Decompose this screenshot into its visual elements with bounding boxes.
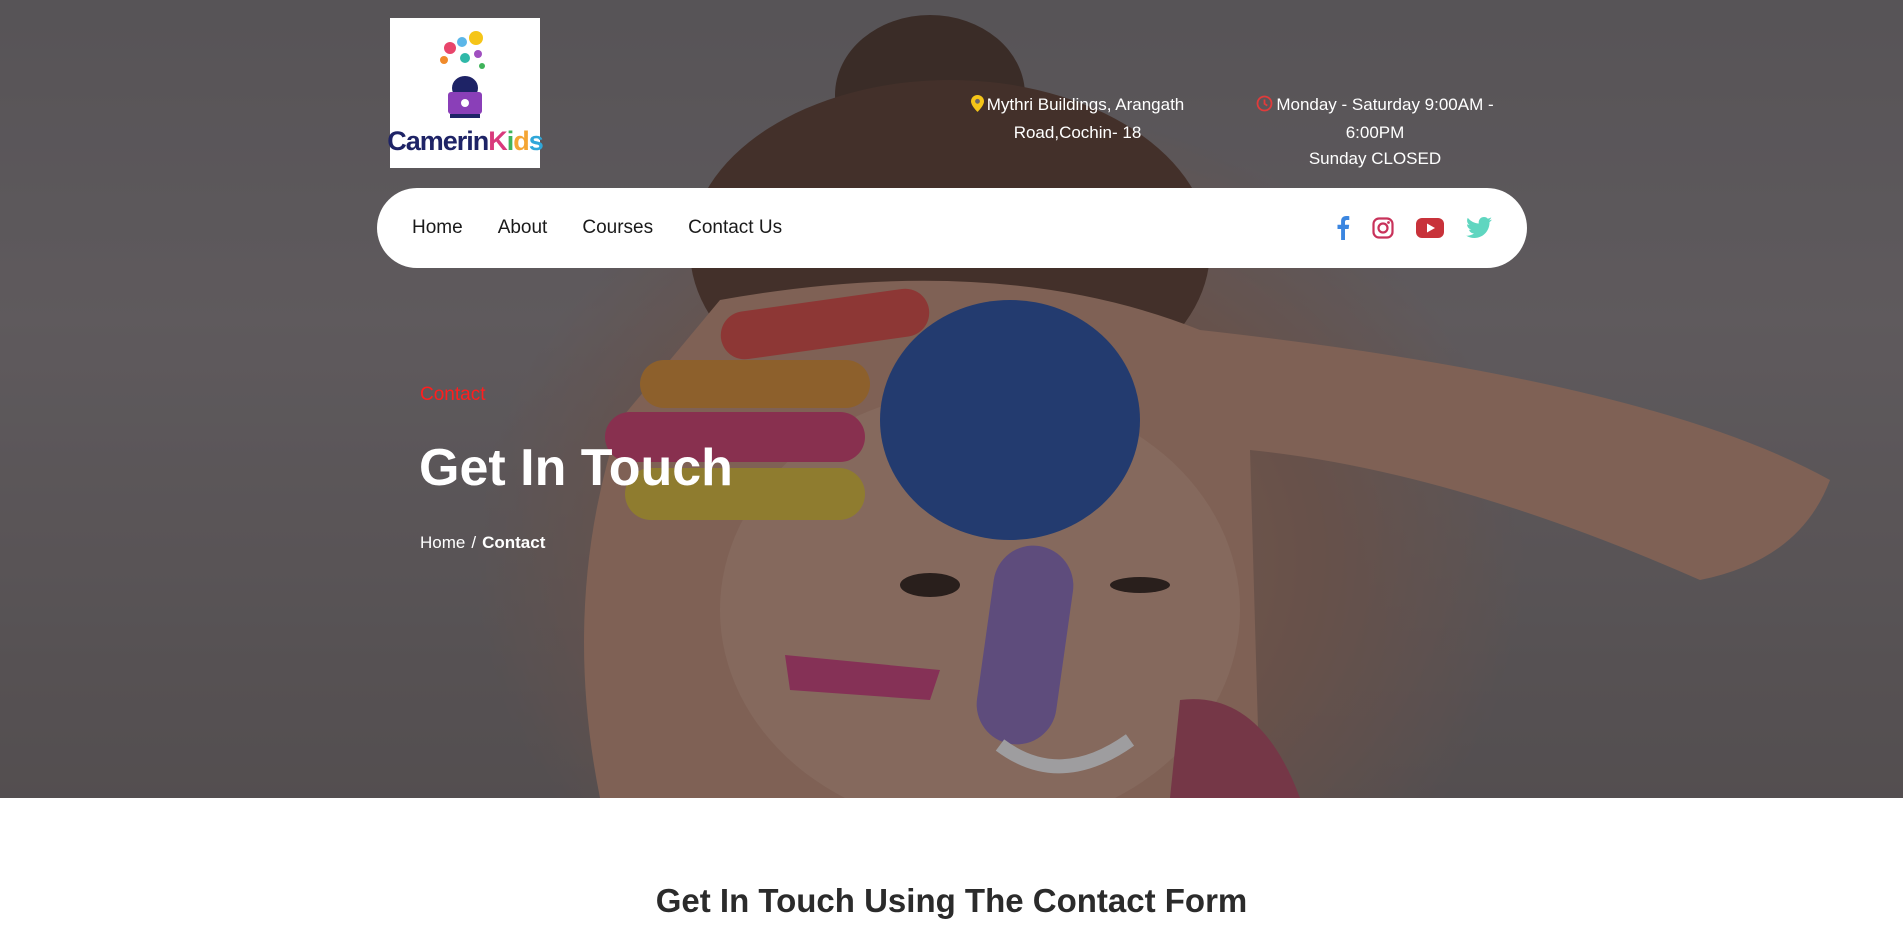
address-line-2: Road,Cochin- 18 [1013, 123, 1142, 142]
page-title: Get In Touch [419, 439, 733, 497]
nav-item-courses[interactable]: Courses [582, 217, 653, 239]
twitter-icon[interactable] [1466, 217, 1492, 239]
nav-item-contact-us[interactable]: Contact Us [688, 217, 782, 239]
nav-item-home[interactable]: Home [412, 217, 463, 239]
logo-wordmark: CamerinKids [387, 125, 544, 156]
hours-line-1: Monday - Saturday 9:00AM - 6:00PM [1276, 95, 1494, 142]
breadcrumb-home-link[interactable]: Home [420, 533, 465, 552]
breadcrumb-separator: / [471, 533, 477, 552]
site-logo[interactable]: CamerinKids [387, 18, 544, 168]
map-pin-icon [970, 94, 984, 120]
youtube-icon[interactable] [1416, 218, 1444, 238]
header-hours: Monday - Saturday 9:00AM - 6:00PM Sunday… [1230, 92, 1520, 172]
hours-line-2: Sunday CLOSED [1308, 149, 1442, 168]
kid-with-balloons-logo [440, 30, 485, 118]
nav-links: Home About Courses Contact Us [412, 217, 782, 239]
facebook-icon[interactable] [1336, 216, 1350, 240]
hero-eyebrow: Contact [420, 384, 486, 405]
address-line-1: Mythri Buildings, Arangath [986, 95, 1185, 114]
breadcrumb: Home / Contact [420, 533, 545, 553]
hero-banner [0, 0, 1903, 798]
instagram-icon[interactable] [1372, 217, 1394, 239]
clock-icon [1256, 94, 1273, 120]
hero-dark-overlay [0, 0, 1903, 798]
contact-form-heading: Get In Touch Using The Contact Form [655, 882, 1248, 919]
nav-item-about[interactable]: About [498, 217, 548, 239]
main-navbar: Home About Courses Contact Us [377, 188, 1527, 268]
breadcrumb-current: Contact [482, 533, 546, 552]
header-address: Mythri Buildings, Arangath Road,Cochin- … [970, 92, 1185, 146]
social-links [1336, 216, 1492, 240]
